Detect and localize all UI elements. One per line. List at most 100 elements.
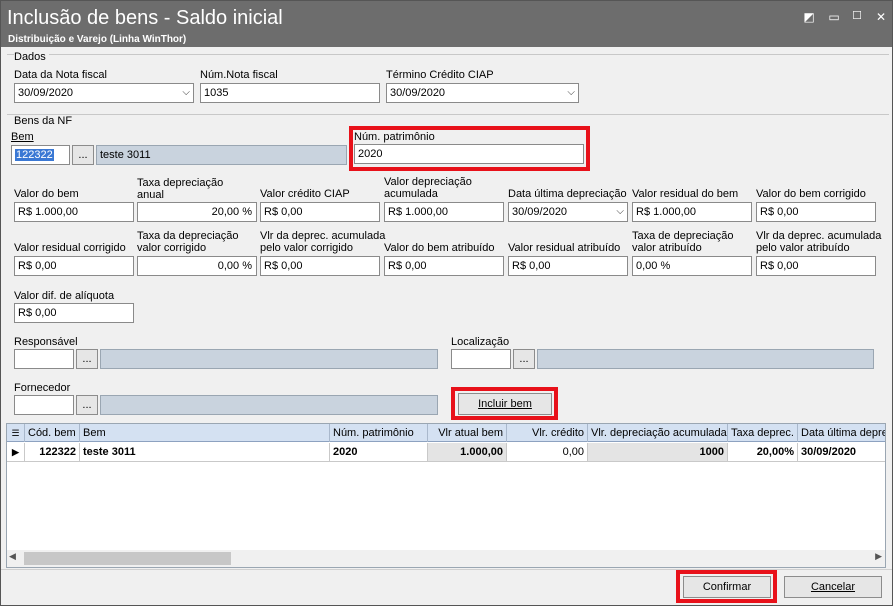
maximize-icon[interactable]: ☐: [849, 8, 865, 24]
taxa-depreciacao-corrigido-label-1: Taxa da depreciação: [137, 230, 239, 242]
grid-header: ☰ Cód. bem Bem Núm. patrimônio Vlr atual…: [7, 424, 885, 442]
cell-data-ultima-deprec: 30/09/2020: [801, 446, 857, 458]
data-ultima-depreciacao-value: 30/09/2020: [512, 206, 568, 218]
cancelar-label: Cancelar: [810, 581, 856, 593]
taxa-depreciacao-corrigido-field[interactable]: 0,00 %: [137, 256, 257, 276]
termino-field[interactable]: 30/09/2020 ⌵: [386, 83, 579, 103]
horizontal-scrollbar[interactable]: ◀ ▶: [7, 550, 885, 567]
vlr-deprec-corrigido-field[interactable]: R$ 0,00: [260, 256, 380, 276]
col-num-patrimonio[interactable]: Núm. patrimônio: [330, 424, 428, 442]
col-vlr-atual-bem[interactable]: Vlr atual bem: [428, 424, 507, 442]
cell-cod-bem: 122322: [25, 443, 80, 461]
highlight-num-patrimonio: [349, 126, 590, 171]
valor-dif-aliquota-label: Valor dif. de alíquota: [14, 290, 115, 302]
fornecedor-description-field: [100, 395, 438, 415]
valor-bem-label: Valor do bem: [14, 188, 79, 200]
minimize-icon[interactable]: ▭: [826, 9, 842, 25]
responsavel-search-button[interactable]: ...: [76, 349, 98, 369]
table-row[interactable]: ▶ 122322 teste 3011 2020 1.000,00 0,00 1…: [7, 443, 885, 462]
scroll-left-icon[interactable]: ◀: [9, 551, 16, 562]
highlight-confirmar: [676, 570, 777, 603]
localizacao-description-field: [537, 349, 874, 369]
bem-description-field: teste 3011: [96, 145, 347, 165]
taxa-depreciacao-label-2: anual: [137, 189, 164, 201]
vlr-deprec-atribuido-label-2: pelo valor atribuído: [756, 242, 850, 254]
cell-num-patrimonio: 2020: [330, 443, 428, 461]
taxa-depreciacao-field[interactable]: 20,00 %: [137, 202, 257, 222]
data-nf-value: 30/09/2020: [18, 87, 74, 99]
valor-bem-field[interactable]: R$ 1.000,00: [14, 202, 134, 222]
cell-vlr-credito: 0,00: [507, 443, 588, 461]
responsavel-description-field: [100, 349, 438, 369]
bem-search-button[interactable]: ...: [72, 145, 94, 165]
col-data-ultima-deprec[interactable]: Data última deprec: [798, 424, 885, 442]
footer-bar: Confirmar Cancelar: [1, 569, 892, 605]
taxa-depreciacao-atribuido-field[interactable]: 0,00 %: [632, 256, 752, 276]
cell-bem: teste 3011: [80, 443, 330, 461]
valor-bem-corrigido-label: Valor do bem corrigido: [756, 188, 866, 200]
row-indicator-icon: ▶: [7, 443, 25, 461]
taxa-depreciacao-atribuido-label-2: valor atribuído: [632, 242, 702, 254]
valor-credito-ciap-field[interactable]: R$ 0,00: [260, 202, 380, 222]
vlr-deprec-atribuido-label-1: Vlr da deprec. acumulada: [756, 230, 882, 242]
responsavel-code-field[interactable]: [14, 349, 74, 369]
grid-menu-icon[interactable]: ☰: [7, 424, 25, 442]
cell-vlr-atual-bem: 1.000,00: [428, 443, 507, 461]
chevron-down-icon[interactable]: ⌵: [616, 203, 624, 221]
valor-bem-atribuido-field[interactable]: R$ 0,00: [384, 256, 504, 276]
responsavel-label: Responsável: [14, 336, 78, 348]
bens-group-label: Bens da NF: [14, 115, 76, 127]
valor-residual-atribuido-field[interactable]: R$ 0,00: [508, 256, 628, 276]
bem-code-field[interactable]: 122322: [11, 145, 70, 165]
highlight-incluir-bem: [451, 387, 558, 420]
bens-separator: [7, 114, 889, 115]
localizacao-search-button[interactable]: ...: [513, 349, 535, 369]
cell-taxa-deprec: 20,00%: [728, 443, 798, 461]
data-nf-field[interactable]: 30/09/2020 ⌵: [14, 83, 194, 103]
num-nf-label: Núm.Nota fiscal: [200, 69, 278, 81]
dados-separator: [7, 54, 889, 55]
fornecedor-code-field[interactable]: [14, 395, 74, 415]
bem-label: Bem: [11, 131, 34, 143]
chevron-down-icon[interactable]: ⌵: [182, 84, 190, 102]
window-title: Inclusão de bens - Saldo inicial: [7, 7, 283, 29]
valor-depreciacao-acumulada-label-1: Valor depreciação: [384, 176, 472, 188]
scroll-right-icon[interactable]: ▶: [875, 551, 882, 562]
localizacao-label: Localização: [451, 336, 510, 348]
valor-residual-atribuido-label: Valor residual atribuído: [508, 242, 621, 254]
title-bar: Inclusão de bens - Saldo inicial Distrib…: [1, 1, 892, 47]
valor-depreciacao-acumulada-field[interactable]: R$ 1.000,00: [384, 202, 504, 222]
vlr-deprec-atribuido-field[interactable]: R$ 0,00: [756, 256, 876, 276]
valor-bem-atribuido-label: Valor do bem atribuído: [384, 242, 495, 254]
col-cod-bem[interactable]: Cód. bem: [25, 424, 80, 442]
cancelar-button[interactable]: Cancelar: [784, 576, 882, 598]
restore-icon[interactable]: ◩: [801, 9, 817, 25]
termino-value: 30/09/2020: [390, 87, 446, 99]
data-ultima-depreciacao-field[interactable]: 30/09/2020 ⌵: [508, 202, 628, 222]
fornecedor-label: Fornecedor: [14, 382, 71, 394]
valor-depreciacao-acumulada-label-2: acumulada: [384, 188, 438, 200]
col-bem[interactable]: Bem: [80, 424, 330, 442]
taxa-depreciacao-corrigido-label-2: valor corrigido: [137, 242, 207, 254]
data-ultima-depreciacao-label: Data última depreciação: [508, 188, 627, 200]
valor-residual-corrigido-field[interactable]: R$ 0,00: [14, 256, 134, 276]
col-taxa-deprec[interactable]: Taxa deprec.: [728, 424, 798, 442]
valor-residual-bem-field[interactable]: R$ 1.000,00: [632, 202, 752, 222]
col-vlr-credito[interactable]: Vlr. crédito: [507, 424, 588, 442]
valor-bem-corrigido-field[interactable]: R$ 0,00: [756, 202, 876, 222]
taxa-depreciacao-label-1: Taxa depreciação: [137, 177, 224, 189]
dados-group-label: Dados: [14, 51, 49, 63]
col-vlr-depreciacao-acumulada[interactable]: Vlr. depreciação acumulada: [588, 424, 728, 442]
chevron-down-icon[interactable]: ⌵: [567, 84, 575, 102]
fornecedor-search-button[interactable]: ...: [76, 395, 98, 415]
main-window: Inclusão de bens - Saldo inicial Distrib…: [0, 0, 893, 606]
scrollbar-thumb[interactable]: [24, 552, 231, 565]
close-icon[interactable]: ✕: [873, 9, 889, 25]
localizacao-code-field[interactable]: [451, 349, 511, 369]
bens-grid: ☰ Cód. bem Bem Núm. patrimônio Vlr atual…: [6, 423, 886, 568]
vlr-deprec-corrigido-label-1: Vlr da deprec. acumulada: [260, 230, 386, 242]
cell-vlr-depreciacao-acumulada: 1000: [588, 443, 728, 461]
termino-label: Término Crédito CIAP: [386, 69, 494, 81]
valor-dif-aliquota-field[interactable]: R$ 0,00: [14, 303, 134, 323]
num-nf-field[interactable]: 1035: [200, 83, 380, 103]
